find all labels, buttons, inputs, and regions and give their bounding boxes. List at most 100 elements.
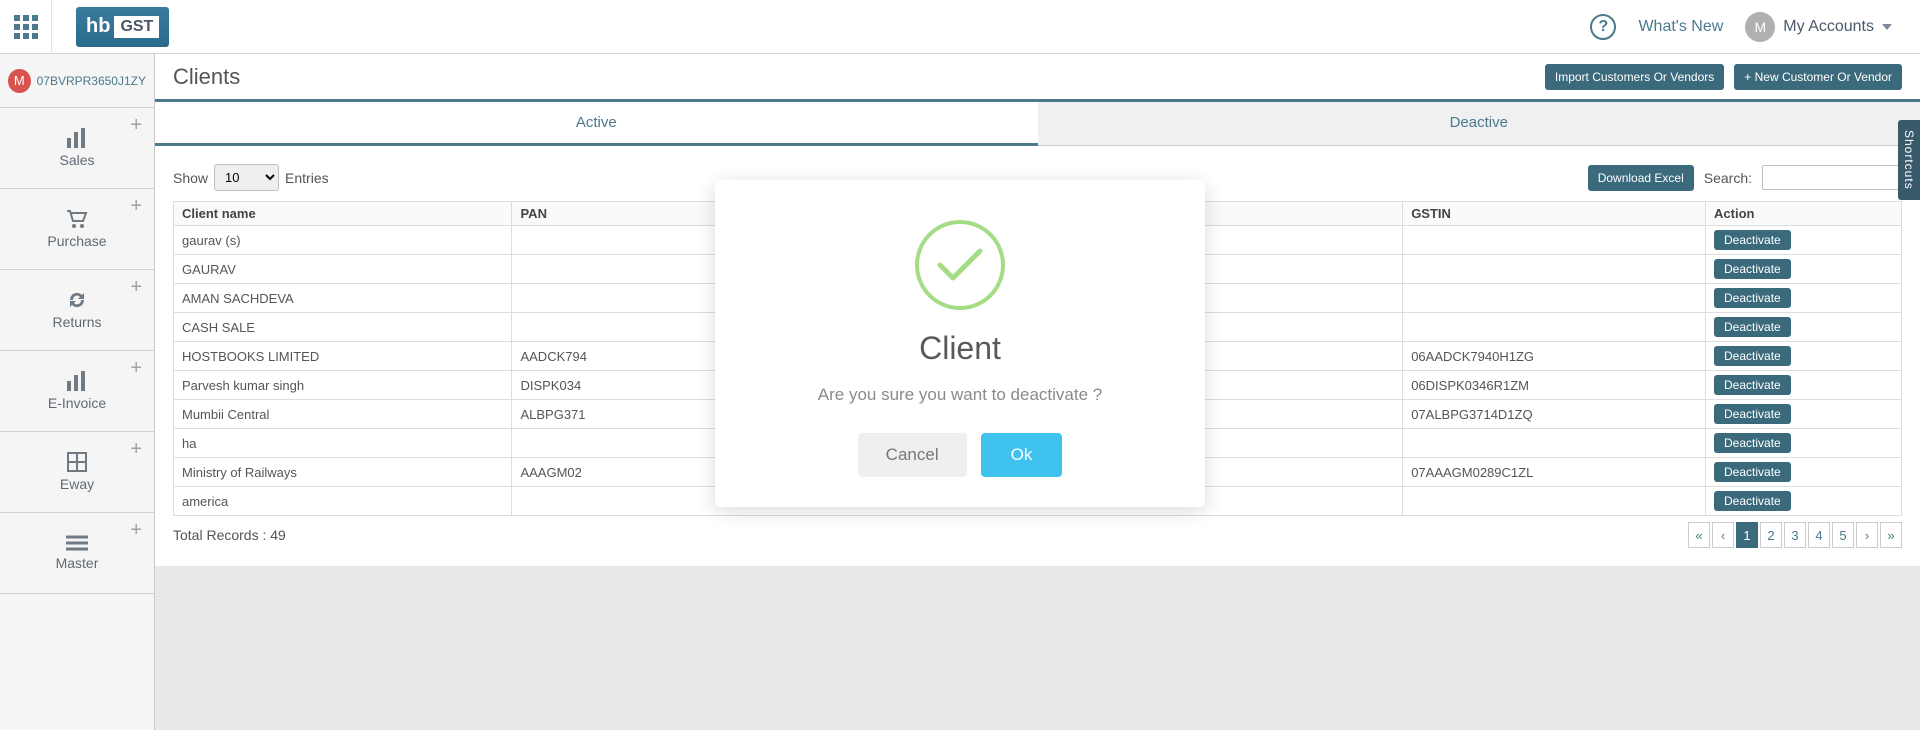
grid-icon (67, 452, 87, 472)
cell-action: Deactivate (1706, 226, 1902, 255)
chevron-down-icon (1882, 24, 1892, 30)
sidebar: M 07BVRPR3650J1ZY + Sales + Purchase + R… (0, 54, 155, 730)
cell-client-name: HOSTBOOKS LIMITED (174, 342, 512, 371)
search-label: Search: (1704, 170, 1752, 186)
cell-action: Deactivate (1706, 342, 1902, 371)
tenant-row[interactable]: M 07BVRPR3650J1ZY (0, 54, 154, 108)
cancel-button[interactable]: Cancel (858, 433, 967, 477)
sidebar-item-master[interactable]: + Master (0, 513, 154, 594)
tab-deactive[interactable]: Deactive (1038, 102, 1920, 145)
col-gstin[interactable]: GSTIN (1403, 202, 1706, 226)
cell-action: Deactivate (1706, 400, 1902, 429)
cell-gstin (1403, 284, 1706, 313)
tabs: Active Deactive (155, 102, 1920, 146)
search-input[interactable] (1762, 165, 1902, 190)
tenant-badge: M (8, 69, 31, 93)
cell-action: Deactivate (1706, 371, 1902, 400)
page-first[interactable]: « (1688, 522, 1710, 548)
page-1[interactable]: 1 (1736, 522, 1758, 548)
cell-action: Deactivate (1706, 313, 1902, 342)
show-label: Show (173, 170, 208, 186)
cell-client-name: ha (174, 429, 512, 458)
cell-client-name: AMAN SACHDEVA (174, 284, 512, 313)
deactivate-button[interactable]: Deactivate (1714, 404, 1791, 424)
menu-icon (66, 535, 88, 551)
sidebar-item-eway[interactable]: + Eway (0, 432, 154, 513)
deactivate-button[interactable]: Deactivate (1714, 433, 1791, 453)
sidebar-item-label: Master (56, 555, 99, 571)
download-excel-button[interactable]: Download Excel (1588, 165, 1694, 191)
ok-button[interactable]: Ok (981, 433, 1063, 477)
cell-action: Deactivate (1706, 284, 1902, 313)
col-client-name[interactable]: Client name (174, 202, 512, 226)
cell-action: Deactivate (1706, 255, 1902, 284)
sidebar-item-label: Returns (52, 314, 101, 330)
cell-gstin: 07AAAGM0289C1ZL (1403, 458, 1706, 487)
cell-client-name: Ministry of Railways (174, 458, 512, 487)
total-records: Total Records : 49 (173, 527, 286, 543)
cell-gstin (1403, 226, 1706, 255)
cell-client-name: gaurav (s) (174, 226, 512, 255)
col-action[interactable]: Action (1706, 202, 1902, 226)
sidebar-item-returns[interactable]: + Returns (0, 270, 154, 351)
cell-gstin: 06DISPK0346R1ZM (1403, 371, 1706, 400)
cell-client-name: GAURAV (174, 255, 512, 284)
page-2[interactable]: 2 (1760, 522, 1782, 548)
pagination: « ‹ 1 2 3 4 5 › » (1688, 522, 1902, 548)
modal-text: Are you sure you want to deactivate ? (745, 385, 1175, 405)
sidebar-item-einvoice[interactable]: + E-Invoice (0, 351, 154, 432)
logo[interactable]: hb GST (76, 7, 169, 47)
deactivate-button[interactable]: Deactivate (1714, 317, 1791, 337)
deactivate-button[interactable]: Deactivate (1714, 462, 1791, 482)
cell-gstin (1403, 487, 1706, 516)
cell-client-name: CASH SALE (174, 313, 512, 342)
sidebar-item-label: Eway (60, 476, 94, 492)
plus-icon[interactable]: + (130, 438, 142, 461)
plus-icon[interactable]: + (130, 114, 142, 137)
plus-icon[interactable]: + (130, 276, 142, 299)
my-accounts-label: My Accounts (1783, 18, 1874, 36)
new-customer-button[interactable]: + New Customer Or Vendor (1734, 64, 1902, 90)
tab-active[interactable]: Active (155, 102, 1038, 146)
plus-icon[interactable]: + (130, 195, 142, 218)
deactivate-button[interactable]: Deactivate (1714, 346, 1791, 366)
deactivate-button[interactable]: Deactivate (1714, 491, 1791, 511)
deactivate-button[interactable]: Deactivate (1714, 259, 1791, 279)
apps-grid-icon (14, 15, 38, 39)
sidebar-item-sales[interactable]: + Sales (0, 108, 154, 189)
confirm-modal: Client Are you sure you want to deactiva… (715, 180, 1205, 507)
logo-hb: hb (86, 15, 110, 38)
page-prev[interactable]: ‹ (1712, 522, 1734, 548)
page-4[interactable]: 4 (1808, 522, 1830, 548)
avatar: M (1745, 12, 1775, 42)
help-icon[interactable]: ? (1590, 14, 1616, 40)
entries-label: Entries (285, 170, 329, 186)
shortcuts-tab[interactable]: Shortcuts (1898, 120, 1920, 200)
sync-icon (66, 290, 88, 310)
sidebar-item-purchase[interactable]: + Purchase (0, 189, 154, 270)
page-last[interactable]: » (1880, 522, 1902, 548)
apps-menu-button[interactable] (0, 0, 52, 54)
bar-chart-icon (65, 128, 89, 148)
import-button[interactable]: Import Customers Or Vendors (1545, 64, 1724, 90)
modal-title: Client (745, 330, 1175, 367)
plus-icon[interactable]: + (130, 519, 142, 542)
cell-gstin: 07ALBPG3714D1ZQ (1403, 400, 1706, 429)
deactivate-button[interactable]: Deactivate (1714, 230, 1791, 250)
deactivate-button[interactable]: Deactivate (1714, 375, 1791, 395)
whats-new-link[interactable]: What's New (1638, 18, 1723, 36)
sidebar-item-label: Purchase (47, 233, 106, 249)
page-title: Clients (173, 64, 240, 90)
tenant-id: 07BVRPR3650J1ZY (37, 74, 146, 88)
page-3[interactable]: 3 (1784, 522, 1806, 548)
cell-client-name: Mumbii Central (174, 400, 512, 429)
page-5[interactable]: 5 (1832, 522, 1854, 548)
deactivate-button[interactable]: Deactivate (1714, 288, 1791, 308)
page-size-select[interactable]: 10 (214, 164, 279, 191)
my-accounts-dropdown[interactable]: M My Accounts (1745, 12, 1892, 42)
page-next[interactable]: › (1856, 522, 1878, 548)
cart-icon (65, 209, 89, 229)
plus-icon[interactable]: + (130, 357, 142, 380)
page-titlebar: Clients Import Customers Or Vendors + Ne… (155, 54, 1920, 102)
logo-gst: GST (114, 16, 159, 38)
